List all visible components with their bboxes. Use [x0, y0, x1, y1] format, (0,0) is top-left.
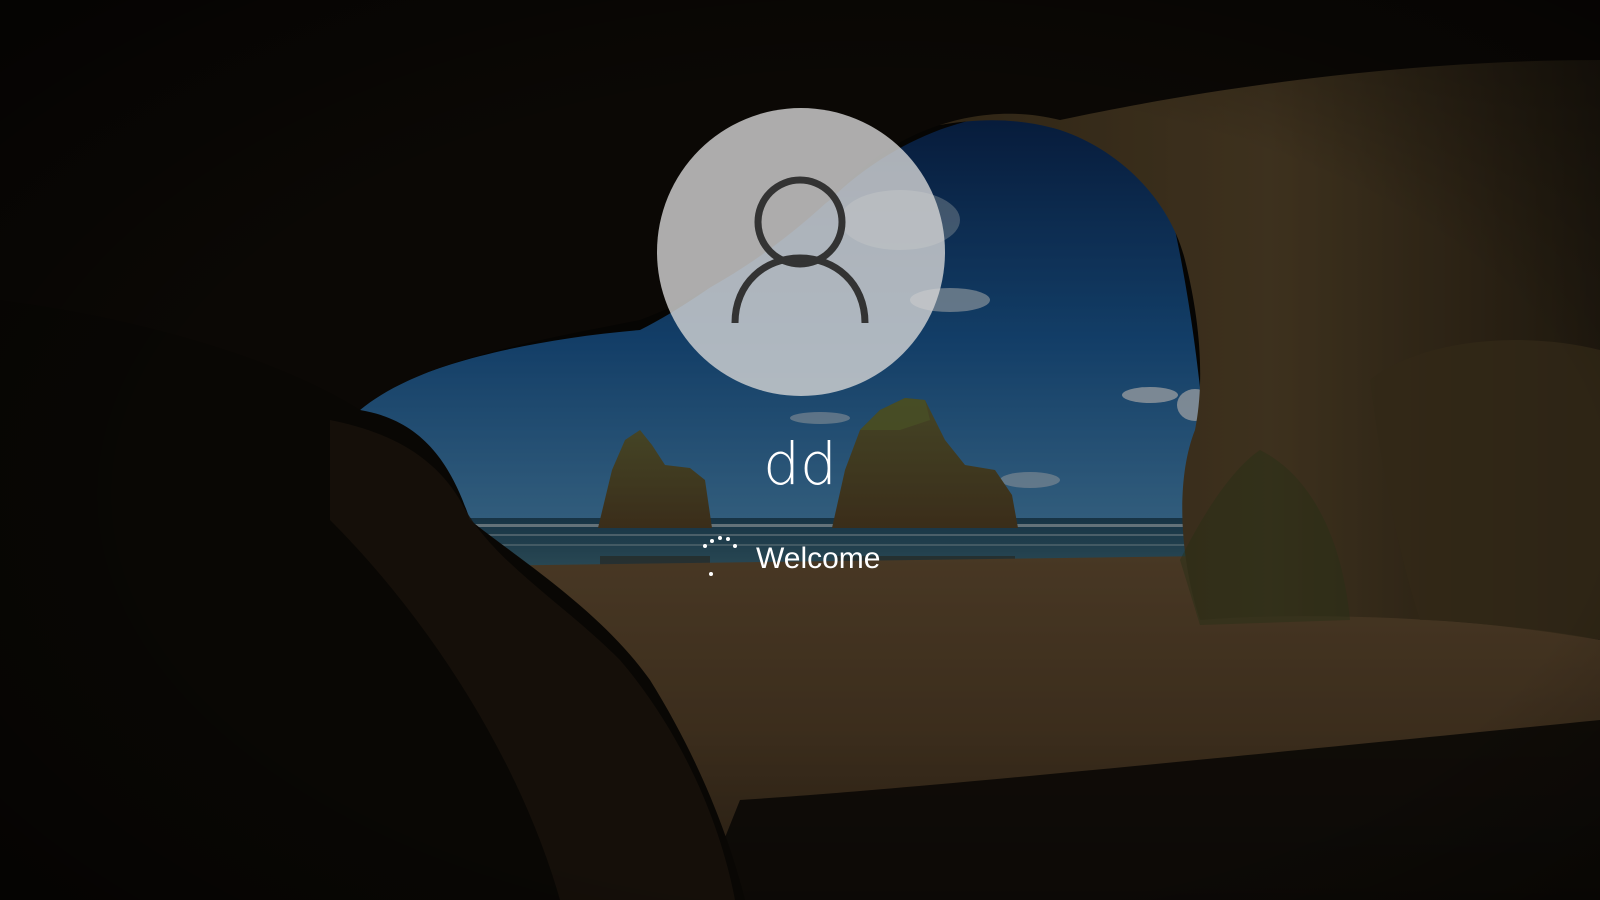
- loading-dots-icon: [700, 534, 744, 584]
- lock-screen: dd Welcome: [0, 0, 1600, 900]
- status-text: Welcome: [756, 542, 881, 575]
- user-avatar: [657, 108, 945, 396]
- person-outline-icon: [731, 176, 869, 324]
- user-name: dd: [763, 430, 837, 498]
- sign-in-status: Welcome: [700, 534, 880, 584]
